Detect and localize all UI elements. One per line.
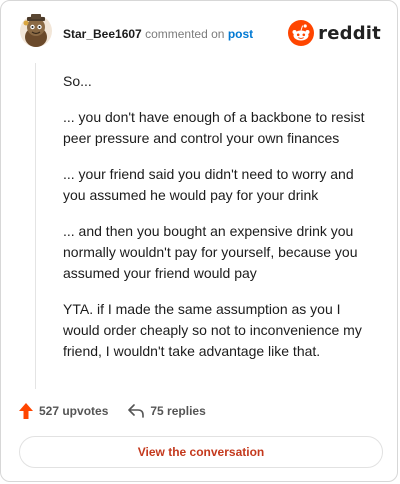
action-text: commented on <box>145 27 225 41</box>
upvotes-stat[interactable]: 527 upvotes <box>19 403 108 419</box>
thread-line <box>35 63 36 389</box>
comment-byline: Star_Bee1607 commented on post <box>63 27 253 41</box>
reddit-snoo-icon <box>288 20 315 46</box>
reddit-wordmark: reddit <box>318 22 381 44</box>
comment-embed-card: Star_Bee1607 commented on post reddit So… <box>0 0 398 482</box>
comment-stats: 527 upvotes 75 replies <box>19 401 206 421</box>
replies-count: 75 replies <box>150 404 206 418</box>
username-link[interactable]: Star_Bee1607 <box>63 27 142 41</box>
post-link[interactable]: post <box>228 27 253 41</box>
reddit-logo[interactable]: reddit <box>288 19 381 47</box>
comment-paragraph: So... <box>63 73 92 89</box>
comment-body: So... ... you don't have enough of a bac… <box>63 71 379 377</box>
comment-paragraph: ... and then you bought an expensive dri… <box>63 223 358 281</box>
comment-paragraph: ... your friend said you didn't need to … <box>63 166 354 203</box>
upvotes-count: 527 upvotes <box>39 404 109 418</box>
reply-arrow-icon <box>128 404 145 418</box>
comment-paragraph: YTA. if I made the same assumption as yo… <box>63 301 362 359</box>
comment-header: Star_Bee1607 commented on post reddit <box>19 13 381 53</box>
upvote-arrow-icon <box>19 403 33 419</box>
replies-stat[interactable]: 75 replies <box>128 404 206 418</box>
comment-paragraph: ... you don't have enough of a backbone … <box>63 109 365 146</box>
user-avatar-icon[interactable] <box>19 13 53 49</box>
view-conversation-button[interactable]: View the conversation <box>19 436 383 468</box>
